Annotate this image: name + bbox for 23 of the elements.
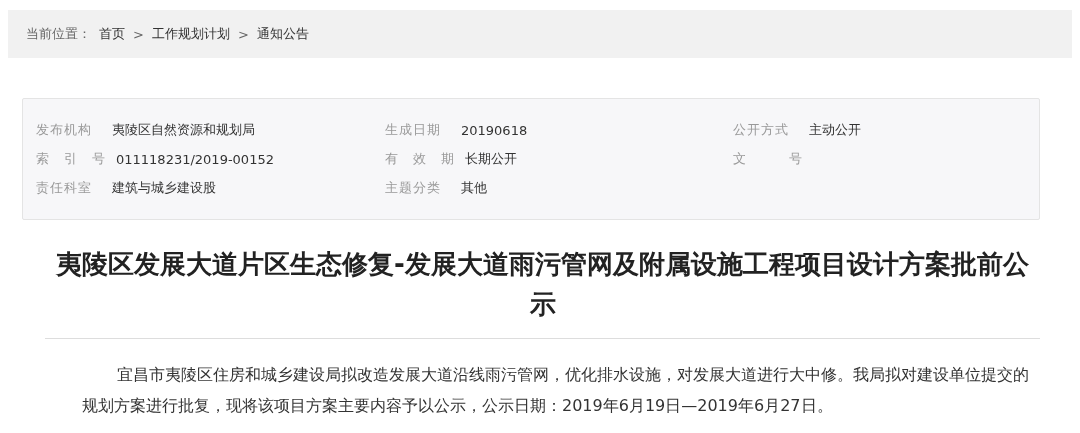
article-title: 夷陵区发展大道片区生态修复-发展大道雨污管网及附属设施工程项目设计方案批前公示 bbox=[45, 244, 1040, 339]
field-label: 索 引 号 bbox=[36, 150, 106, 168]
field-value: 主动公开 bbox=[809, 121, 861, 139]
field-label: 责任科室 bbox=[36, 179, 93, 197]
field-label: 主题分类 bbox=[385, 179, 442, 197]
breadcrumb-separator: > bbox=[133, 26, 144, 42]
field-label: 公开方式 bbox=[733, 121, 790, 139]
field-value: 长期公开 bbox=[465, 150, 517, 168]
field-value: 011118231/2019-00152 bbox=[116, 151, 274, 167]
breadcrumb-label: 当前位置： bbox=[26, 25, 91, 43]
breadcrumb-link[interactable]: 工作规划计划 bbox=[151, 25, 230, 43]
field-label: 生成日期 bbox=[385, 121, 442, 139]
field-value: 建筑与城乡建设股 bbox=[112, 179, 216, 197]
field-value: 其他 bbox=[461, 179, 487, 197]
field-label: 文 号 bbox=[733, 150, 803, 168]
field-value: 20190618 bbox=[461, 122, 528, 138]
field-label: 有 效 期 bbox=[385, 150, 455, 168]
breadcrumb-separator: > bbox=[237, 26, 249, 42]
field-value: 夷陵区自然资源和规划局 bbox=[112, 121, 255, 139]
breadcrumb-link[interactable]: 通知公告 bbox=[256, 25, 309, 43]
breadcrumb-link[interactable]: 首页 bbox=[99, 25, 125, 43]
article-paragraph: 宜昌市夷陵区住房和城乡建设局拟改造发展大道沿线雨污管网，优化排水设施，对发展大道进行大中修。我局拟对建设单位提交的规划方案进行批复，现将该项目方案主要内容予以公示，公示日期：2019年6月19日—2019年6月27日。 bbox=[82, 364, 1030, 417]
field-label: 发布机构 bbox=[36, 121, 93, 139]
